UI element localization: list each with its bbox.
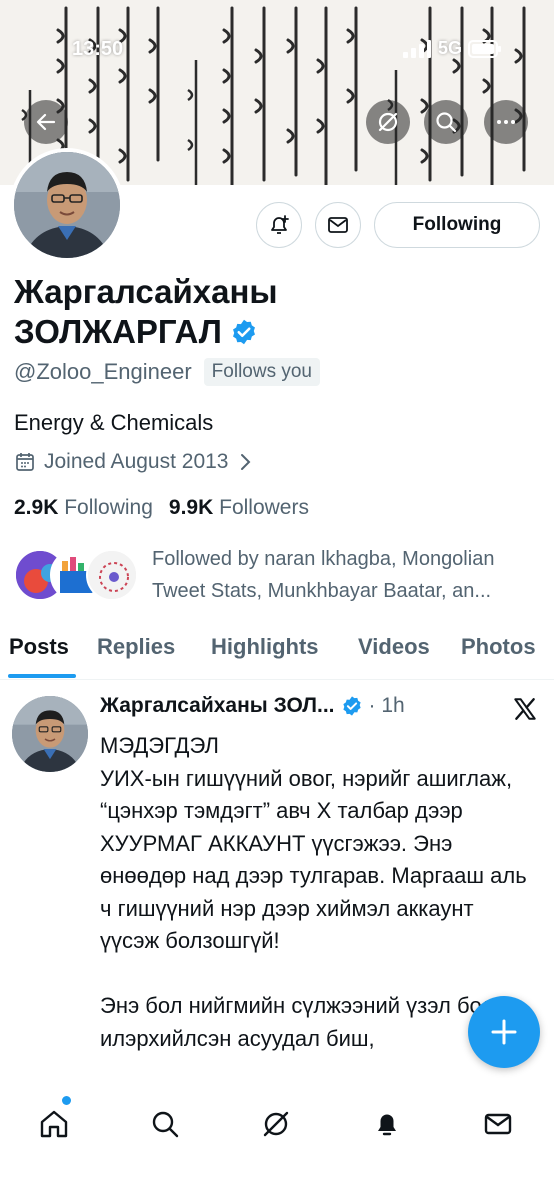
- tweet-time: · 1h: [368, 694, 405, 717]
- grok-nav-icon: [263, 1111, 289, 1137]
- tab-highlights[interactable]: Highlights: [211, 634, 319, 660]
- bio: Energy & Chemicals: [14, 410, 214, 435]
- bell-icon: [378, 1114, 396, 1136]
- compose-button[interactable]: [468, 996, 540, 1068]
- handle-row: @Zoloo_Engineer Follows you: [14, 358, 320, 386]
- grok-button[interactable]: [366, 100, 410, 144]
- tweet-text[interactable]: МЭДЭГДЭЛ УИХ-ын гишүүний овог, нэрийг аш…: [100, 730, 530, 1055]
- followers-stat[interactable]: 9.9K Followers: [169, 496, 309, 520]
- nav-messages[interactable]: [474, 1100, 522, 1148]
- mail-icon: [328, 217, 348, 233]
- search-nav-icon: [152, 1111, 179, 1138]
- follower-avatar-3: [86, 549, 138, 601]
- notification-bell-plus-icon: [271, 215, 289, 234]
- avatar-photo: [14, 152, 120, 258]
- tweet-header: Жаргалсайханы ЗОЛ... · 1h: [100, 694, 405, 718]
- search-button[interactable]: [424, 100, 468, 144]
- display-name-line1: Жаргалсайханы: [14, 273, 278, 310]
- nav-grok[interactable]: [252, 1100, 300, 1148]
- following-count: 2.9K: [14, 496, 59, 519]
- status-indicators: 5G: [402, 38, 502, 59]
- message-button[interactable]: [315, 202, 361, 248]
- signal-icon: [402, 39, 431, 58]
- handle: @Zoloo_Engineer: [14, 359, 192, 384]
- battery-icon: [468, 39, 501, 58]
- avatar-illustration: [14, 152, 120, 258]
- profile-tabs: Posts Replies Highlights Videos Photos: [0, 626, 554, 680]
- joined-row[interactable]: Joined August 2013: [14, 450, 253, 474]
- stats-row: 2.9K Following 9.9K Followers: [14, 496, 309, 520]
- following-button[interactable]: Following: [374, 202, 540, 248]
- active-tab-indicator: [8, 674, 76, 678]
- plus-icon: [491, 1019, 517, 1045]
- followed-by-avatars[interactable]: [14, 549, 138, 601]
- tab-posts[interactable]: Posts: [9, 634, 69, 660]
- messages-icon: [484, 1113, 512, 1135]
- more-button[interactable]: [484, 100, 528, 144]
- tweet-author[interactable]: Жаргалсайханы ЗОЛ...: [100, 694, 335, 718]
- nav-search[interactable]: [141, 1100, 189, 1148]
- search-icon: [436, 112, 457, 133]
- display-name: Жаргалсайханы ЗОЛЖАРГАЛ: [14, 272, 354, 352]
- grok-icon: [378, 112, 398, 132]
- nav-notifications[interactable]: [363, 1100, 411, 1148]
- more-icon: [497, 120, 515, 124]
- followed-by-text[interactable]: Followed by naran lkhagba, Mongolian Twe…: [152, 543, 542, 607]
- display-name-line2: ЗОЛЖАРГАЛ: [14, 313, 222, 350]
- tab-replies[interactable]: Replies: [97, 634, 175, 660]
- verified-badge-icon: [342, 696, 361, 716]
- tab-photos[interactable]: Photos: [461, 634, 536, 660]
- followers-count: 9.9K: [168, 496, 214, 519]
- network-type: 5G: [437, 38, 462, 58]
- chevron-right-icon: [240, 454, 250, 470]
- joined-date: Joined August 2013: [44, 450, 229, 473]
- tab-videos[interactable]: Videos: [358, 634, 430, 660]
- tweet-avatar[interactable]: [12, 696, 88, 772]
- back-arrow-icon: [36, 113, 56, 131]
- followers-label: Followers: [219, 496, 309, 519]
- back-button[interactable]: [24, 100, 68, 144]
- nav-home[interactable]: [30, 1100, 78, 1148]
- home-notification-dot: [62, 1096, 71, 1105]
- following-label: Following: [64, 496, 153, 519]
- status-time: 13:50: [72, 38, 124, 60]
- notifications-button[interactable]: [256, 202, 302, 248]
- follows-you-badge: Follows you: [203, 358, 320, 386]
- tweet-avatar-illustration: [12, 696, 88, 772]
- x-logo-icon[interactable]: [512, 696, 538, 722]
- profile-avatar[interactable]: [10, 148, 124, 262]
- bottom-navigation: [0, 1084, 554, 1200]
- following-stat[interactable]: 2.9K Following: [14, 496, 153, 520]
- home-icon: [40, 1110, 68, 1138]
- status-bar: 13:50 5G: [0, 0, 554, 60]
- calendar-icon: [16, 453, 34, 471]
- verified-badge-icon: [232, 319, 255, 345]
